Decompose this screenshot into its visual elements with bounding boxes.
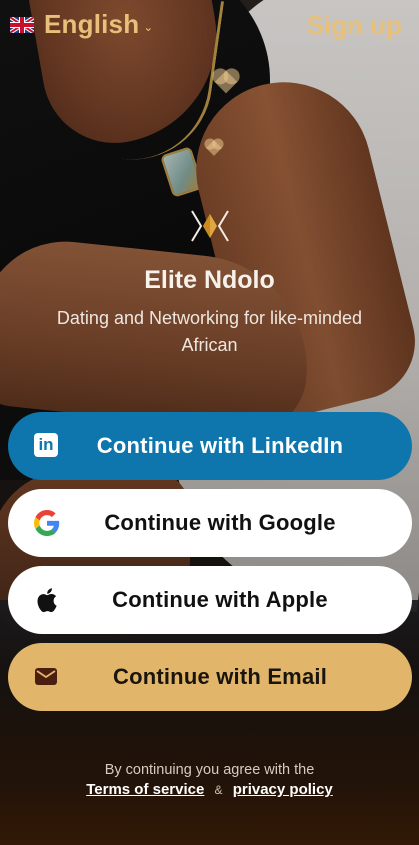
elite-ndolo-logo <box>191 210 229 242</box>
language-label: English <box>44 9 140 39</box>
continue-with-apple-button[interactable]: Continue with Apple <box>8 566 412 634</box>
legal-notice: By continuing you agree with the <box>104 762 315 778</box>
continue-with-linkedin-button[interactable]: in Continue with LinkedIn <box>8 412 412 480</box>
continue-with-google-button[interactable]: Continue with Google <box>8 489 412 557</box>
chevron-down-icon: ⌄ <box>143 19 154 34</box>
top-bar: English ⌄ Sign up <box>0 0 419 54</box>
terms-of-service-link[interactable]: Terms of service <box>86 781 204 798</box>
legal-separator: & <box>214 783 223 797</box>
continue-with-email-button[interactable]: Continue with Email <box>8 643 412 711</box>
email-button-label: Continue with Email <box>112 664 328 689</box>
language-selector[interactable]: English ⌄ <box>10 9 153 40</box>
legal-links: Terms of service & privacy policy <box>0 781 419 798</box>
tagline: Dating and Networking for like-minded Af… <box>56 308 363 355</box>
linkedin-button-label: Continue with LinkedIn <box>96 433 344 458</box>
apple-button-label: Continue with Apple <box>112 587 328 612</box>
privacy-policy-link[interactable]: privacy policy <box>233 781 333 798</box>
signup-link[interactable]: Sign up <box>307 10 402 41</box>
brand-title: Elite Ndolo <box>144 266 275 294</box>
google-button-label: Continue with Google <box>104 510 336 535</box>
uk-flag-icon <box>10 16 34 33</box>
